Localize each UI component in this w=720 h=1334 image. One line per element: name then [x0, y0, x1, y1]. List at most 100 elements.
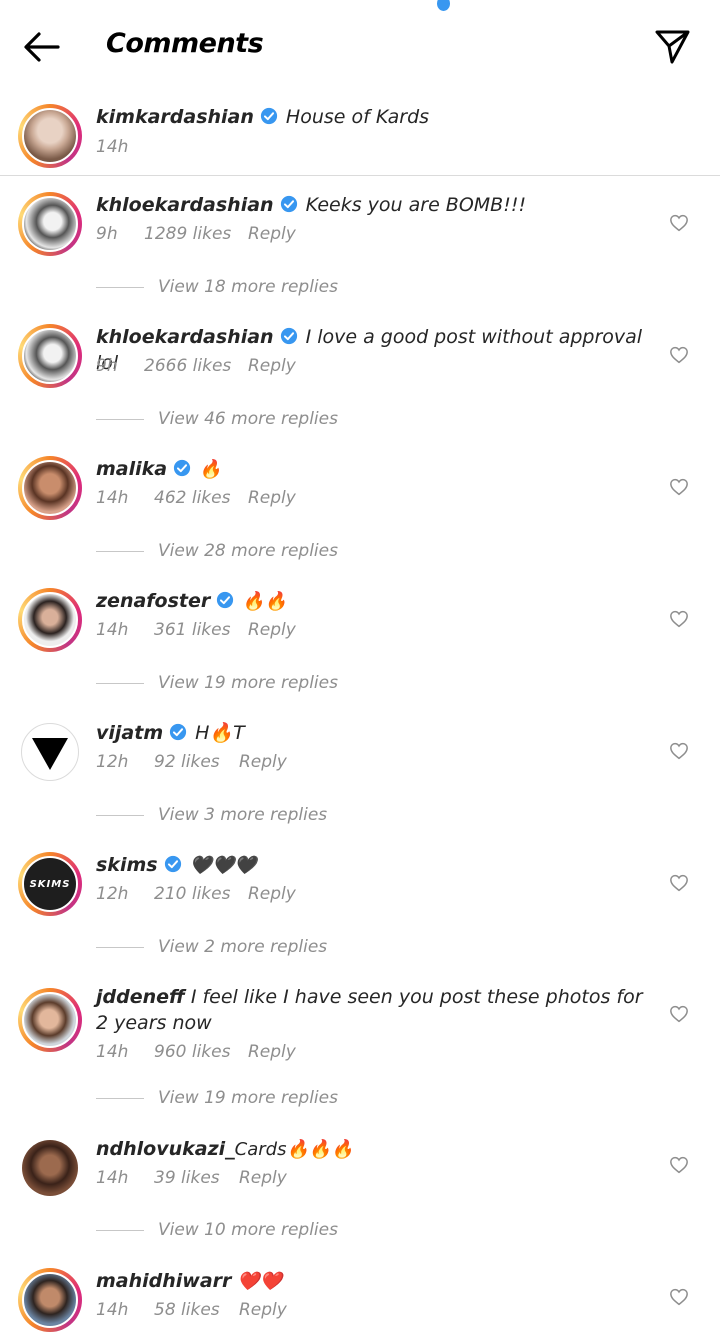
caption-meta: 14h — [96, 137, 128, 157]
heart-icon[interactable] — [669, 1288, 689, 1306]
comment-meta: 14h 361 likes Reply — [96, 620, 296, 640]
avatar[interactable] — [18, 456, 82, 520]
likes-count[interactable]: 462 likes — [154, 488, 248, 508]
username[interactable]: khloekardashian — [96, 194, 274, 216]
avatar[interactable] — [18, 1268, 82, 1332]
avatar[interactable]: SKIMS — [18, 852, 82, 916]
username[interactable]: skims — [96, 854, 158, 876]
reply-button[interactable]: Reply — [248, 356, 296, 376]
avatar[interactable] — [18, 988, 82, 1052]
heart-icon[interactable] — [669, 214, 689, 232]
verified-badge-icon — [260, 107, 278, 125]
divider — [96, 682, 144, 684]
view-replies-button[interactable]: View 19 more replies — [96, 673, 338, 693]
view-replies-button[interactable]: View 3 more replies — [96, 805, 327, 825]
comment-meta: 9h 2666 likes Reply — [96, 356, 296, 376]
comment-body: Cards🔥🔥🔥 — [234, 1139, 354, 1160]
likes-count[interactable]: 960 likes — [154, 1042, 248, 1062]
timestamp: 14h — [96, 1168, 129, 1188]
reply-button[interactable]: Reply — [239, 1168, 287, 1188]
comment-text: zenafoster 🔥🔥 — [96, 588, 656, 615]
reply-button[interactable]: Reply — [248, 620, 296, 640]
timestamp: 14h — [96, 1042, 129, 1062]
likes-count[interactable]: 210 likes — [154, 884, 248, 904]
comment-body: H🔥T — [195, 722, 245, 744]
avatar[interactable] — [21, 723, 79, 781]
avatar[interactable] — [18, 588, 82, 652]
comment-text: khloekardashian Keeks you are BOMB!!! — [96, 192, 656, 218]
username[interactable]: zenafoster — [96, 590, 210, 612]
divider — [96, 1097, 144, 1099]
view-replies-button[interactable]: View 18 more replies — [96, 277, 338, 297]
heart-icon[interactable] — [669, 742, 689, 760]
heart-icon[interactable] — [669, 874, 689, 892]
heart-icon[interactable] — [669, 1156, 689, 1174]
reply-button[interactable]: Reply — [248, 884, 296, 904]
caption: kimkardashian House of Kards 14h — [0, 94, 720, 176]
view-replies-button[interactable]: View 10 more replies — [96, 1220, 338, 1240]
view-replies-button[interactable]: View 28 more replies — [96, 541, 338, 561]
verified-badge-icon — [170, 723, 187, 741]
timestamp: 14h — [96, 488, 129, 508]
reply-button[interactable]: Reply — [239, 752, 287, 772]
view-replies-button[interactable]: View 19 more replies — [96, 1088, 338, 1108]
timestamp: 14h — [96, 137, 129, 157]
reply-button[interactable]: Reply — [248, 1042, 296, 1062]
reply-button[interactable]: Reply — [248, 488, 296, 508]
heart-icon[interactable] — [669, 1005, 689, 1023]
divider — [96, 418, 144, 420]
arrow-left-icon[interactable] — [22, 30, 62, 64]
username[interactable]: jddeneff — [96, 986, 185, 1008]
likes-count[interactable]: 361 likes — [154, 620, 248, 640]
reply-button[interactable]: Reply — [239, 1300, 287, 1320]
verified-badge-icon — [164, 855, 181, 873]
timestamp: 9h — [96, 356, 118, 376]
heart-icon[interactable] — [669, 478, 689, 496]
divider — [96, 814, 144, 816]
likes-count[interactable]: 1289 likes — [144, 224, 248, 244]
reply-button[interactable]: Reply — [248, 224, 296, 244]
view-replies-button[interactable]: View 2 more replies — [96, 937, 327, 957]
caption-text: kimkardashian House of Kards — [96, 104, 656, 130]
username[interactable]: malika — [96, 458, 167, 480]
comment-text: skims 🖤🖤🖤 — [96, 852, 656, 879]
username[interactable]: mahidhiwarr — [96, 1270, 231, 1292]
username[interactable]: vijatm — [96, 722, 163, 744]
view-replies-button[interactable]: View 46 more replies — [96, 409, 338, 429]
username[interactable]: ndhlovukazi_ — [96, 1138, 235, 1160]
username[interactable]: kimkardashian — [96, 106, 254, 128]
comment-meta: 14h 462 likes Reply — [96, 488, 296, 508]
comment-meta: 12h 92 likes Reply — [96, 752, 287, 772]
paper-plane-icon[interactable] — [652, 26, 692, 66]
likes-count[interactable]: 58 likes — [154, 1300, 239, 1320]
avatar[interactable] — [18, 324, 82, 388]
header: Comments — [0, 0, 720, 94]
comment-meta: 14h 39 likes Reply — [96, 1168, 287, 1188]
likes-count[interactable]: 39 likes — [154, 1168, 239, 1188]
timestamp: 14h — [96, 1300, 129, 1320]
avatar-text: SKIMS — [29, 878, 71, 890]
avatar[interactable] — [18, 104, 82, 168]
likes-count[interactable]: 2666 likes — [144, 356, 248, 376]
comment-text: malika 🔥 — [96, 456, 656, 483]
divider — [96, 286, 144, 288]
avatar[interactable] — [18, 1136, 82, 1200]
avatar[interactable] — [18, 192, 82, 256]
username[interactable]: khloekardashian — [96, 326, 274, 348]
caption-body: House of Kards — [285, 106, 430, 128]
verified-badge-icon — [280, 195, 297, 213]
heart-icon[interactable] — [669, 610, 689, 628]
comment-body: 🔥 — [199, 459, 222, 480]
comment-text: mahidhiwarr ❤️❤️ — [96, 1268, 656, 1295]
verified-badge-icon — [280, 327, 297, 345]
comment-text: vijatm H🔥T — [96, 720, 656, 746]
divider — [96, 1229, 144, 1231]
verified-badge-icon — [174, 459, 191, 477]
heart-icon[interactable] — [669, 346, 689, 364]
likes-count[interactable]: 92 likes — [154, 752, 239, 772]
comment-meta: 14h 58 likes Reply — [96, 1300, 287, 1320]
divider — [96, 550, 144, 552]
comment-body: Keeks you are BOMB!!! — [305, 194, 527, 216]
comment-text: ndhlovukazi_Cards🔥🔥🔥 — [96, 1136, 656, 1163]
verified-badge-icon — [217, 591, 234, 609]
